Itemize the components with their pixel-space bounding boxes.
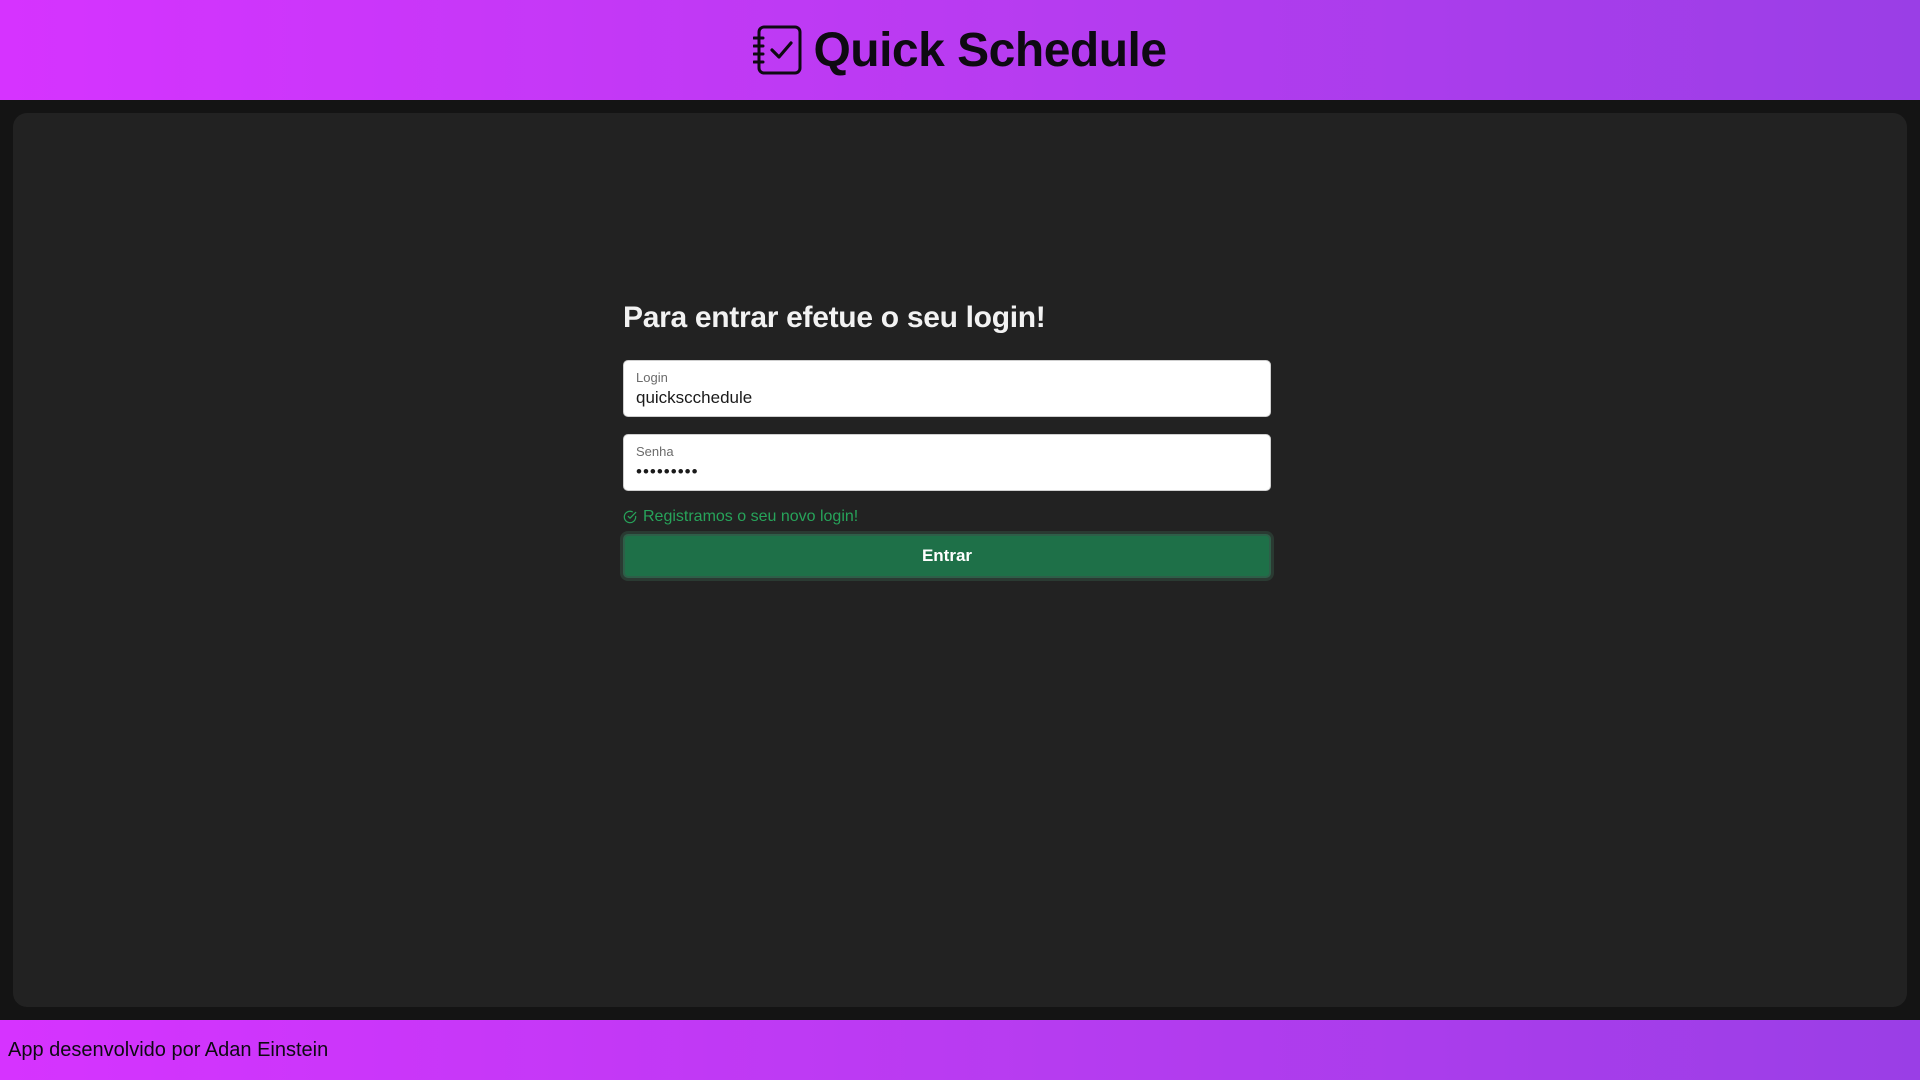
- login-title: Para entrar efetue o seu login!: [623, 301, 1046, 334]
- check-circle-icon: [623, 510, 637, 524]
- app-footer: App desenvolvido por Adan Einstein: [0, 1020, 1920, 1080]
- login-submit-button[interactable]: Entrar: [623, 534, 1271, 578]
- password-field[interactable]: Senha •••••••••: [623, 434, 1271, 491]
- notebook-check-icon: [753, 25, 802, 75]
- login-field-label: Login: [636, 370, 668, 385]
- success-message: Registramos o seu novo login!: [623, 508, 1271, 526]
- password-field-value[interactable]: •••••••••: [636, 462, 1258, 482]
- app-header: Quick Schedule: [0, 0, 1920, 100]
- app-title: Quick Schedule: [813, 23, 1167, 77]
- footer-credit: App desenvolvido por Adan Einstein: [8, 1038, 329, 1061]
- brand: Quick Schedule: [753, 23, 1167, 78]
- login-field[interactable]: Login quickscchedule: [623, 360, 1271, 417]
- login-field-value[interactable]: quickscchedule: [636, 388, 1258, 408]
- login-form: Para entrar efetue o seu login! Login qu…: [623, 300, 1271, 578]
- success-text: Registramos o seu novo login!: [643, 508, 859, 525]
- password-field-label: Senha: [636, 444, 674, 459]
